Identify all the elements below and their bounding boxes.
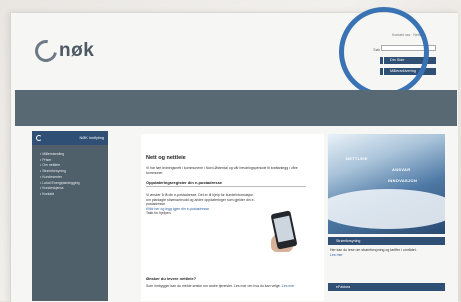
small-logo-icon	[36, 135, 42, 141]
panel-body: Her kan du lese om strømforsyning og tar…	[330, 248, 430, 257]
section-body-text: Vi ønsker å få din e-postadresse. Det er…	[146, 193, 255, 206]
read-more-link[interactable]: Les mer	[282, 284, 295, 288]
logo-text: nøk	[59, 40, 95, 61]
phone-screen	[273, 215, 295, 243]
nok-logo-icon	[30, 35, 62, 67]
panel-link[interactable]: Les mer	[330, 253, 343, 257]
main-content: Nett og nettleie Vi har ført ledningsnet…	[141, 134, 324, 301]
highlight-circle	[339, 7, 429, 97]
sidebar-title: NØK Innflyting	[79, 136, 104, 140]
sidebar-item[interactable]: Kontakt	[40, 192, 108, 198]
panel-header-efaktura[interactable]: eFaktura	[328, 283, 445, 291]
photo-caption: INNOVASJON	[388, 178, 418, 183]
right-column: NETTLEIE ANSVAR INNOVASJON Strømforsynin…	[328, 134, 445, 301]
panel-body-text: Her kan du lese om strømforsyning og tar…	[330, 248, 417, 252]
site-logo[interactable]: nøk	[30, 35, 95, 67]
email-link[interactable]: Klikk her og legg igjen din e-postadress…	[146, 207, 210, 211]
photo-caption: NETTLEIE	[346, 156, 368, 161]
snow-bank	[328, 189, 445, 229]
section2-body: Som innbygger kan du melde ønske om andr…	[146, 284, 316, 289]
sidebar-header: NØK Innflyting	[32, 131, 108, 145]
section-heading: Oppdateringsregister din e-postadresse	[146, 180, 306, 187]
section-body: Vi ønsker å få din e-postadresse. Det er…	[146, 193, 258, 216]
section2-body-text: Som innbygger kan du melde ønske om andr…	[146, 284, 281, 288]
section2-heading: Ønsker du levere nettleie?	[146, 276, 197, 281]
photo-caption: ANSVAR	[392, 167, 411, 172]
panel-header-stromforsyning[interactable]: Strømforsyning	[328, 237, 445, 245]
sidebar-menu: Målerstanding Priser Om nettleie Strømfo…	[40, 152, 108, 198]
intro-text: Vi har ført ledningsnett i kommunene i N…	[146, 166, 298, 175]
header-band	[15, 90, 457, 126]
page-title: Nett og nettleie	[146, 155, 186, 161]
thanks-text: Takk for hjelpen.	[146, 211, 172, 215]
sidebar: NØK Innflyting Målerstanding Priser Om n…	[32, 131, 108, 301]
winter-river-photo: NETTLEIE ANSVAR INNOVASJON	[328, 134, 445, 234]
